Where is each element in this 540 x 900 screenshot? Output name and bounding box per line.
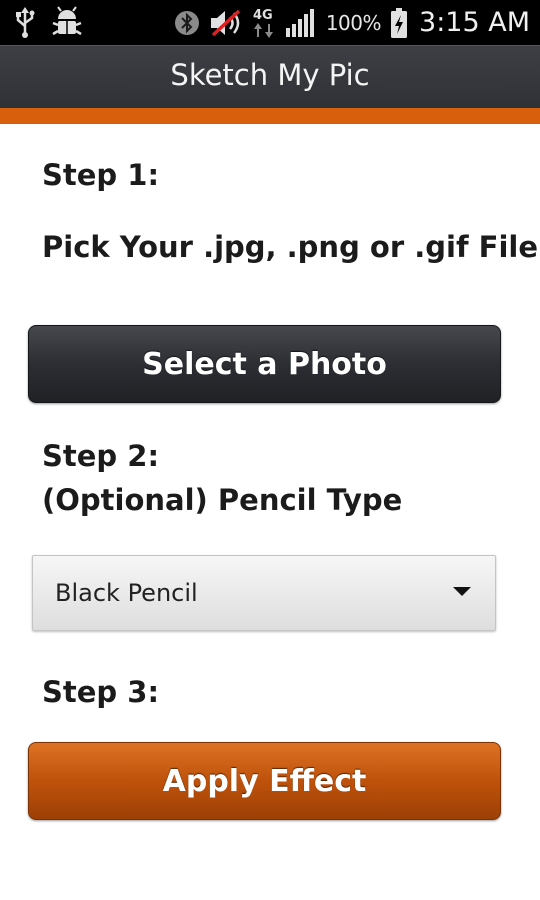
step2-label: Step 2: (42, 439, 160, 473)
network-type-label: 4G (253, 8, 273, 23)
apply-effect-button-label: Apply Effect (162, 763, 367, 799)
battery-charging-icon (390, 7, 408, 39)
select-photo-button-label: Select a Photo (142, 346, 387, 382)
apply-effect-button[interactable]: Apply Effect (28, 742, 501, 820)
status-bar: 4G 100% 3:15 AM (0, 0, 540, 45)
signal-icon (285, 8, 317, 38)
pencil-type-dropdown[interactable]: Black Pencil (32, 555, 496, 631)
step1-instruction: Pick Your .jpg, .png or .gif File (42, 230, 539, 264)
status-clock: 3:15 AM (419, 7, 530, 38)
status-left-icons (14, 6, 82, 38)
bluetooth-icon (174, 7, 200, 39)
battery-percent: 100% (325, 10, 382, 35)
step3-label: Step 3: (42, 675, 160, 709)
app-title: Sketch My Pic (170, 58, 370, 92)
accent-divider (0, 108, 540, 124)
4g-data-icon: 4G (252, 6, 276, 40)
android-debug-icon (52, 6, 82, 38)
volume-muted-icon (209, 8, 243, 38)
pencil-type-selected: Black Pencil (55, 579, 198, 607)
usb-icon (14, 6, 36, 38)
select-photo-button[interactable]: Select a Photo (28, 325, 501, 403)
step2-instruction: (Optional) Pencil Type (42, 483, 403, 517)
app-bar: Sketch My Pic (0, 45, 540, 108)
step1-label: Step 1: (42, 158, 160, 192)
dropdown-arrow-icon (453, 587, 471, 596)
status-right-icons: 4G 100% 3:15 AM (174, 0, 530, 45)
